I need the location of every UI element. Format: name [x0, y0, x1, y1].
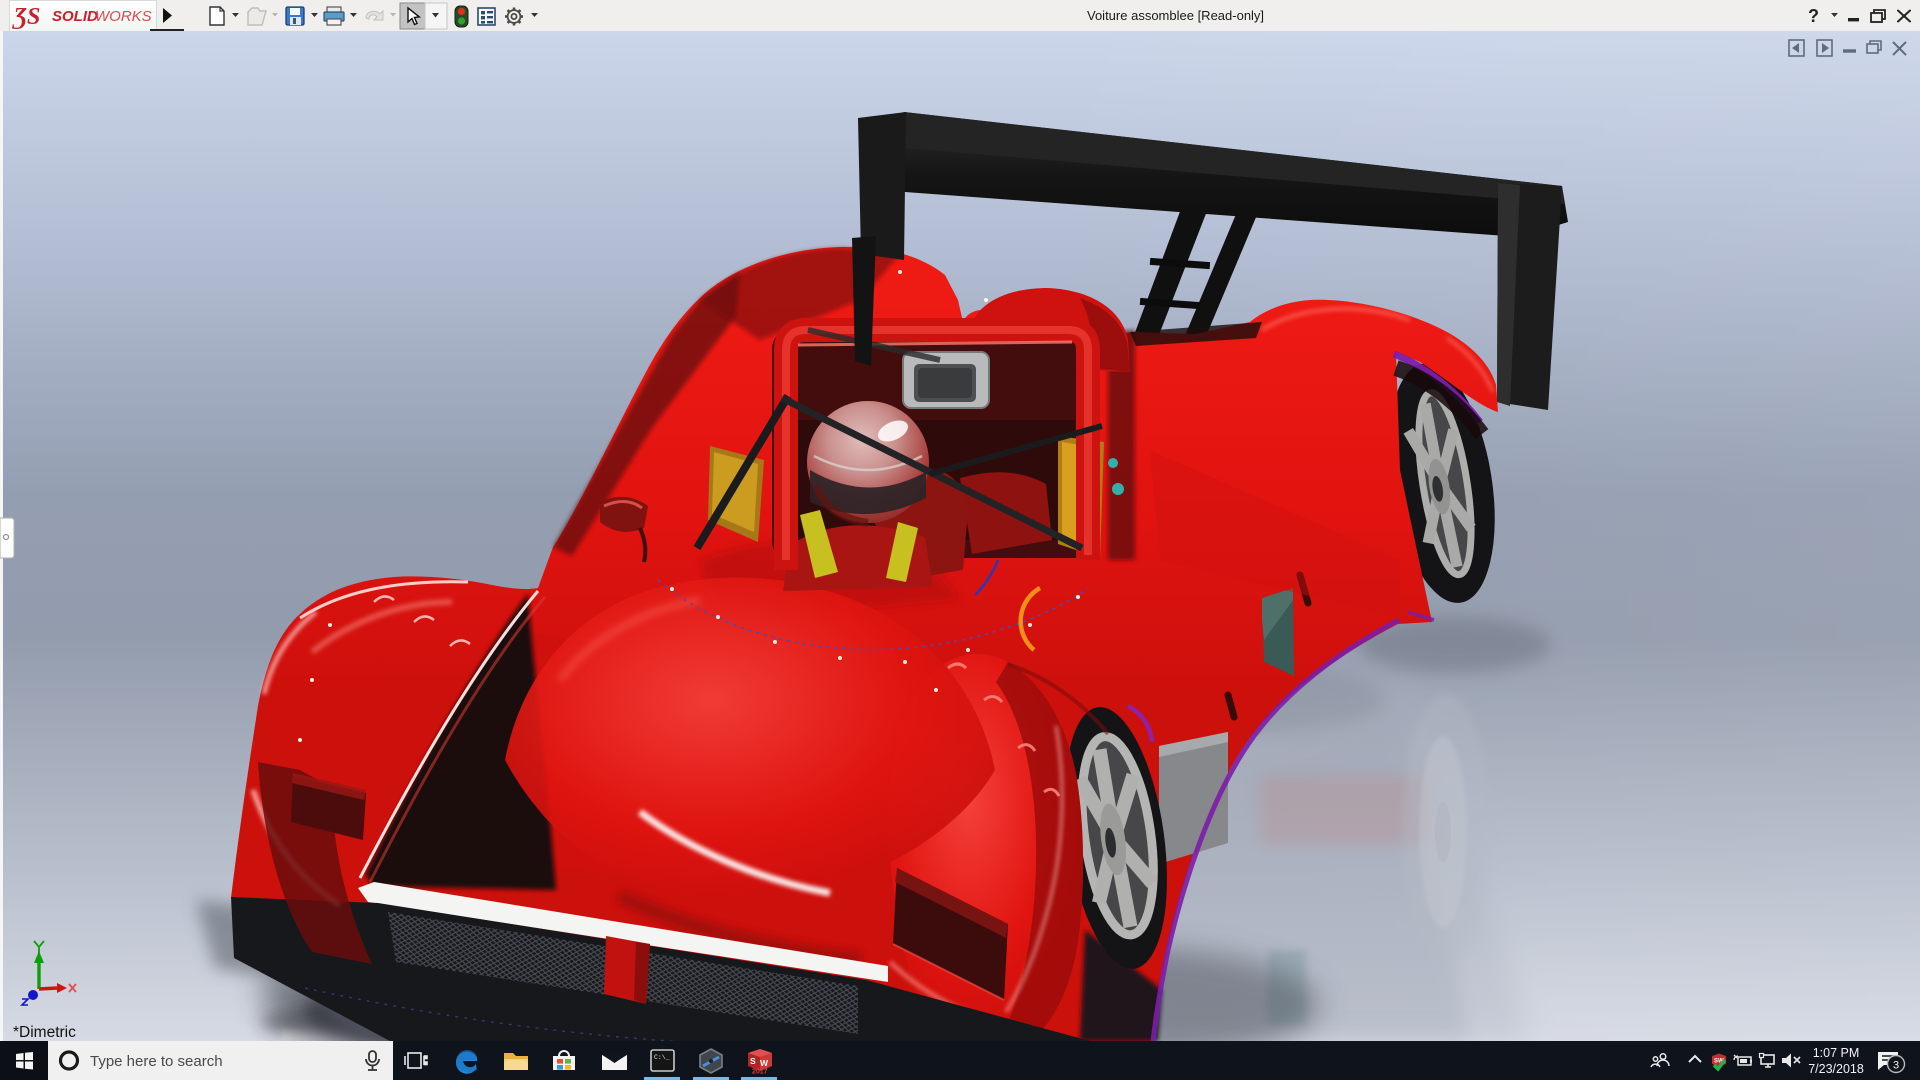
svg-text:7/23/2018: 7/23/2018 [1808, 1062, 1864, 1076]
svg-text:ƷS: ƷS [12, 4, 40, 30]
svg-text:W: W [760, 1058, 769, 1068]
svg-text:?: ? [1808, 6, 1819, 26]
svg-text:2017: 2017 [752, 1069, 768, 1076]
svg-text:SOLID: SOLID [52, 8, 98, 25]
svg-text:S: S [750, 1056, 756, 1066]
svg-text:C:\_: C:\_ [654, 1054, 670, 1061]
svg-text:WORKS: WORKS [95, 8, 152, 25]
svg-text:1:07 PM: 1:07 PM [1813, 1046, 1860, 1060]
svg-text:*Dimetric: *Dimetric [13, 1024, 76, 1041]
svg-text:Type here to search: Type here to search [90, 1053, 223, 1070]
svg-text:3: 3 [1893, 1060, 1899, 1072]
